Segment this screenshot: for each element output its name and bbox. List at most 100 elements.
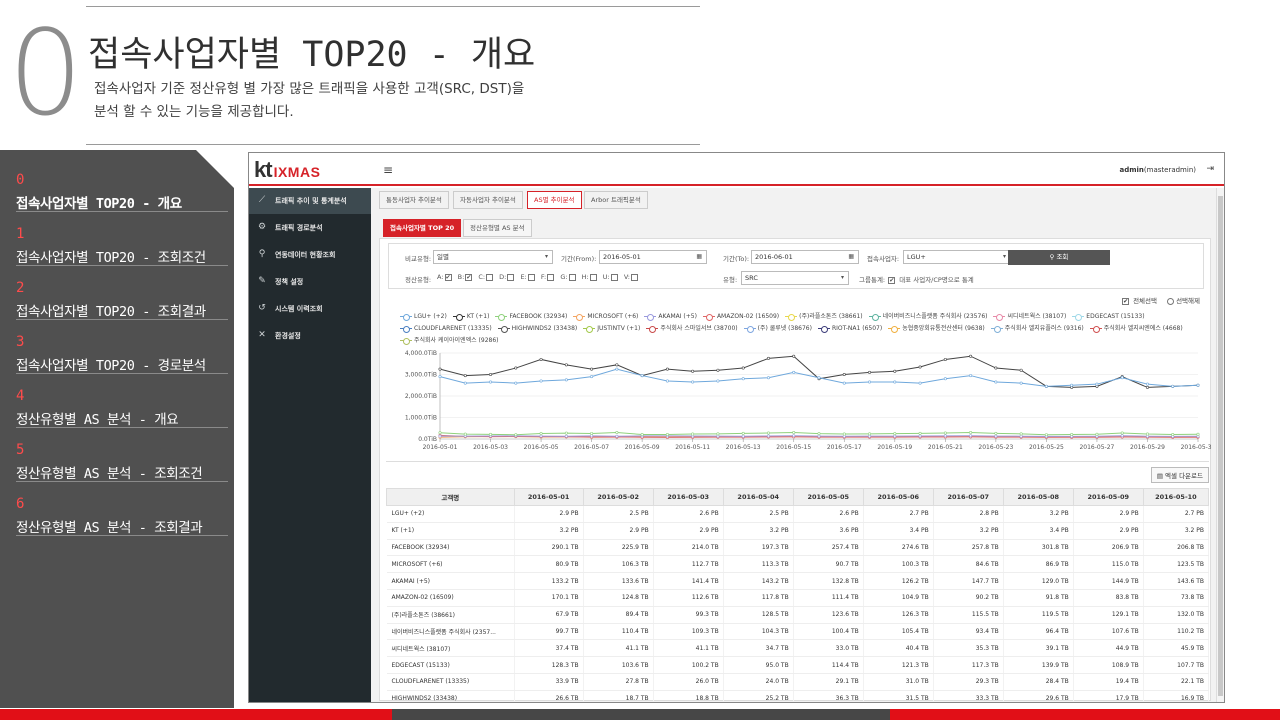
legend-item[interactable]: RIOT-NA1 (6507): [817, 323, 882, 335]
to-date-input[interactable]: 2016-06-01 ▦: [751, 250, 859, 264]
legend-item[interactable]: 네이버비즈니스플랫폼 주식회사 (23576): [868, 311, 987, 323]
sidebar-item-history[interactable]: ↺ 시스템 이력조회: [249, 296, 371, 322]
logout-icon[interactable]: ⇥: [1206, 164, 1214, 174]
legend-item[interactable]: EDGECAST (15133): [1072, 311, 1145, 323]
search-button[interactable]: ⚲ 조회: [1008, 250, 1110, 265]
column-header[interactable]: 2016-05-09: [1072, 488, 1144, 506]
select-all-checkbox[interactable]: ✔: [1122, 297, 1130, 305]
table-row[interactable]: MICROSOFT (+6) 80.9 TB 106.3 TB 112.7 TB 113…: [386, 555, 1210, 574]
nav-item-6[interactable]: 6 정산유형별 AS 분석 - 조회결과: [16, 482, 228, 536]
calendar-icon[interactable]: ▦: [848, 251, 854, 263]
period-type-label: 비교유형:: [405, 255, 432, 263]
calc-option-checkbox[interactable]: [486, 273, 494, 281]
tab-arbor[interactable]: Arbor 트래픽분석: [584, 191, 648, 209]
traffic-cell: 26.6 TB: [514, 690, 584, 702]
tab-auto-isp-trend[interactable]: 자동사업자 추이분석: [453, 191, 523, 209]
traffic-cell: 39.1 TB: [1003, 639, 1074, 658]
sidebar-item-policy[interactable]: ✎ 정책 설정: [249, 269, 371, 295]
nav-item-2[interactable]: 2 접속사업자별 TOP20 - 조회결과: [16, 266, 228, 320]
traffic-cell: 257.8 TB: [933, 539, 1004, 557]
group-stats-checkbox[interactable]: ✔: [888, 276, 896, 284]
table-row[interactable]: LGU+ (+2) 2.9 PB 2.5 PB 2.6 PB 2.5 PB 2.6 PB 2…: [386, 505, 1210, 523]
legend-item[interactable]: 씨디네트웍스 (38107): [993, 311, 1066, 323]
table-row[interactable]: 씨디네트웍스 (38107) 37.4 TB 41.1 TB 41.1 TB 34.7 …: [386, 639, 1210, 658]
column-header[interactable]: 2016-05-08: [1002, 488, 1074, 506]
table-row[interactable]: CLOUDFLARENET (13335) 33.9 TB 27.8 TB 26.0 …: [386, 673, 1210, 691]
legend-item[interactable]: 주식회사 스마일서브 (38700): [646, 323, 738, 335]
type-select[interactable]: SRC ▾: [741, 271, 849, 285]
calc-option-checkbox[interactable]: [507, 273, 515, 281]
menu-icon[interactable]: ≡: [383, 163, 393, 177]
column-header[interactable]: 2016-05-04: [722, 488, 794, 506]
app-logo: kt IXMAS: [254, 157, 320, 183]
table-row[interactable]: FACEBOOK (32934) 290.1 TB 225.9 TB 214.0 TB…: [386, 539, 1210, 557]
legend-item[interactable]: KT (+1): [452, 311, 490, 323]
nav-item-3[interactable]: 3 접속사업자별 TOP20 - 경로분석: [16, 320, 228, 374]
subtab-isp-top20[interactable]: 접속사업자별 TOP 20: [383, 219, 462, 237]
legend-item[interactable]: FACEBOOK (32934): [495, 311, 567, 323]
legend-item[interactable]: HIGHWINDS2 (33438): [497, 323, 577, 335]
nav-item-5[interactable]: 5 정산유형별 AS 분석 - 조회조건: [16, 428, 228, 482]
legend-item[interactable]: AMAZON-02 (16509): [702, 311, 779, 323]
legend-item[interactable]: MICROSOFT (+6): [573, 311, 638, 323]
column-header[interactable]: 2016-05-03: [652, 488, 724, 506]
deselect-radio[interactable]: [1167, 297, 1175, 305]
legend-item[interactable]: CLOUDFLARENET (13335): [400, 323, 492, 335]
traffic-cell: 36.3 TB: [793, 690, 864, 702]
column-header[interactable]: 2016-05-10: [1142, 488, 1210, 506]
sidebar-item-traffic-stats[interactable]: ⟋ 트래픽 추이 및 통계분석: [249, 188, 371, 214]
scrollbar-thumb[interactable]: [1218, 196, 1223, 696]
calc-option-checkbox[interactable]: [589, 273, 597, 281]
calendar-icon[interactable]: ▦: [696, 251, 702, 263]
legend-item[interactable]: AKAMAI (+5): [644, 311, 697, 323]
table-row[interactable]: (주)라플소톤즈 (38661) 67.9 TB 89.4 TB 99.3 TB 128…: [386, 606, 1210, 624]
column-header[interactable]: 고객명: [386, 488, 515, 506]
legend-item[interactable]: 주식회사 엘지씨엔에스 (4668): [1089, 323, 1183, 335]
nav-item-1[interactable]: 1 접속사업자별 TOP20 - 조회조건: [16, 212, 228, 266]
table-row[interactable]: KT (+1) 3.2 PB 2.9 PB 2.9 PB 3.2 PB 3.6 PB 3.4…: [386, 522, 1210, 540]
subtab-calc-as[interactable]: 정산유형별 AS 분석: [463, 219, 532, 237]
excel-download-button[interactable]: ▤ 엑셀 다운로드: [1150, 467, 1209, 483]
nav-item-0[interactable]: 0 접속사업자별 TOP20 - 개요: [16, 158, 228, 212]
table-row[interactable]: AKAMAI (+5) 133.2 TB 133.6 TB 141.4 TB 143.2…: [386, 572, 1210, 590]
legend-label: KT (+1): [466, 313, 490, 320]
legend-item[interactable]: JUSTINTV (+1): [583, 323, 640, 335]
calc-option-checkbox[interactable]: ✔: [444, 273, 452, 281]
calc-option-checkbox[interactable]: [610, 273, 618, 281]
table-row[interactable]: AMAZON-02 (16509) 170.1 TB 124.8 TB 112.6 T…: [386, 589, 1210, 607]
table-row[interactable]: 네이버비즈니스플랫폼 주식회사 (2357... 99.7 TB 110.4 TB 1…: [386, 623, 1210, 641]
sidebar-item-config[interactable]: ✕ 환경설정: [249, 323, 371, 349]
sidebar-item-route[interactable]: ⚙ 트래픽 경로분석: [249, 215, 371, 241]
period-type-select[interactable]: 일별 ▾: [433, 250, 553, 264]
column-header[interactable]: 2016-05-01: [513, 488, 584, 506]
nav-item-label: 정산유형별 AS 분석 - 조회결과: [16, 520, 203, 536]
calc-option-checkbox[interactable]: [568, 273, 576, 281]
legend-item[interactable]: (주) 쿨루넷 (38676): [743, 323, 812, 335]
tab-isp-trend[interactable]: 통동사업자 추이분석: [379, 191, 449, 209]
table-row[interactable]: EDGECAST (15133) 128.3 TB 103.6 TB 100.2 TB…: [386, 656, 1210, 674]
data-point: [564, 378, 568, 382]
column-header[interactable]: 2016-05-07: [932, 488, 1004, 506]
isp-select[interactable]: LGU+ ▾: [903, 250, 1011, 264]
calc-option-checkbox[interactable]: ✔: [465, 273, 473, 281]
tab-as-trend[interactable]: AS별 추이분석: [527, 191, 582, 209]
legend-item[interactable]: 주식회사 케이아이엔엑스 (9286): [400, 335, 499, 347]
column-header[interactable]: 2016-05-02: [582, 488, 654, 506]
column-header[interactable]: 2016-05-05: [792, 488, 864, 506]
calc-option-checkbox[interactable]: [547, 273, 555, 281]
legend-item[interactable]: 주식회사 엘지유플러스 (9316): [990, 323, 1084, 335]
nav-item-4[interactable]: 4 정산유형별 AS 분석 - 개요: [16, 374, 228, 428]
vertical-scrollbar[interactable]: [1216, 188, 1224, 702]
calc-option-checkbox[interactable]: [527, 273, 535, 281]
calc-option-checkbox[interactable]: [630, 273, 638, 281]
x-tick-label: 2016-05-11: [675, 444, 710, 451]
legend-item[interactable]: LGU+ (+2): [400, 311, 447, 323]
data-point: [792, 370, 796, 374]
y-tick-label: 4,000.0TiB: [405, 350, 437, 357]
sidebar-item-linked-data[interactable]: ⚲ 연동데이터 현황조회: [249, 242, 371, 268]
legend-item[interactable]: 농협중앙회유통전산센터 (9638): [888, 323, 985, 335]
from-date-input[interactable]: 2016-05-01 ▦: [599, 250, 707, 264]
column-header[interactable]: 2016-05-06: [862, 488, 934, 506]
table-row[interactable]: HIGHWINDS2 (33438) 26.6 TB 18.7 TB 18.8 TB 2…: [386, 690, 1210, 702]
legend-item[interactable]: (주)라플소톤즈 (38661): [785, 311, 863, 323]
